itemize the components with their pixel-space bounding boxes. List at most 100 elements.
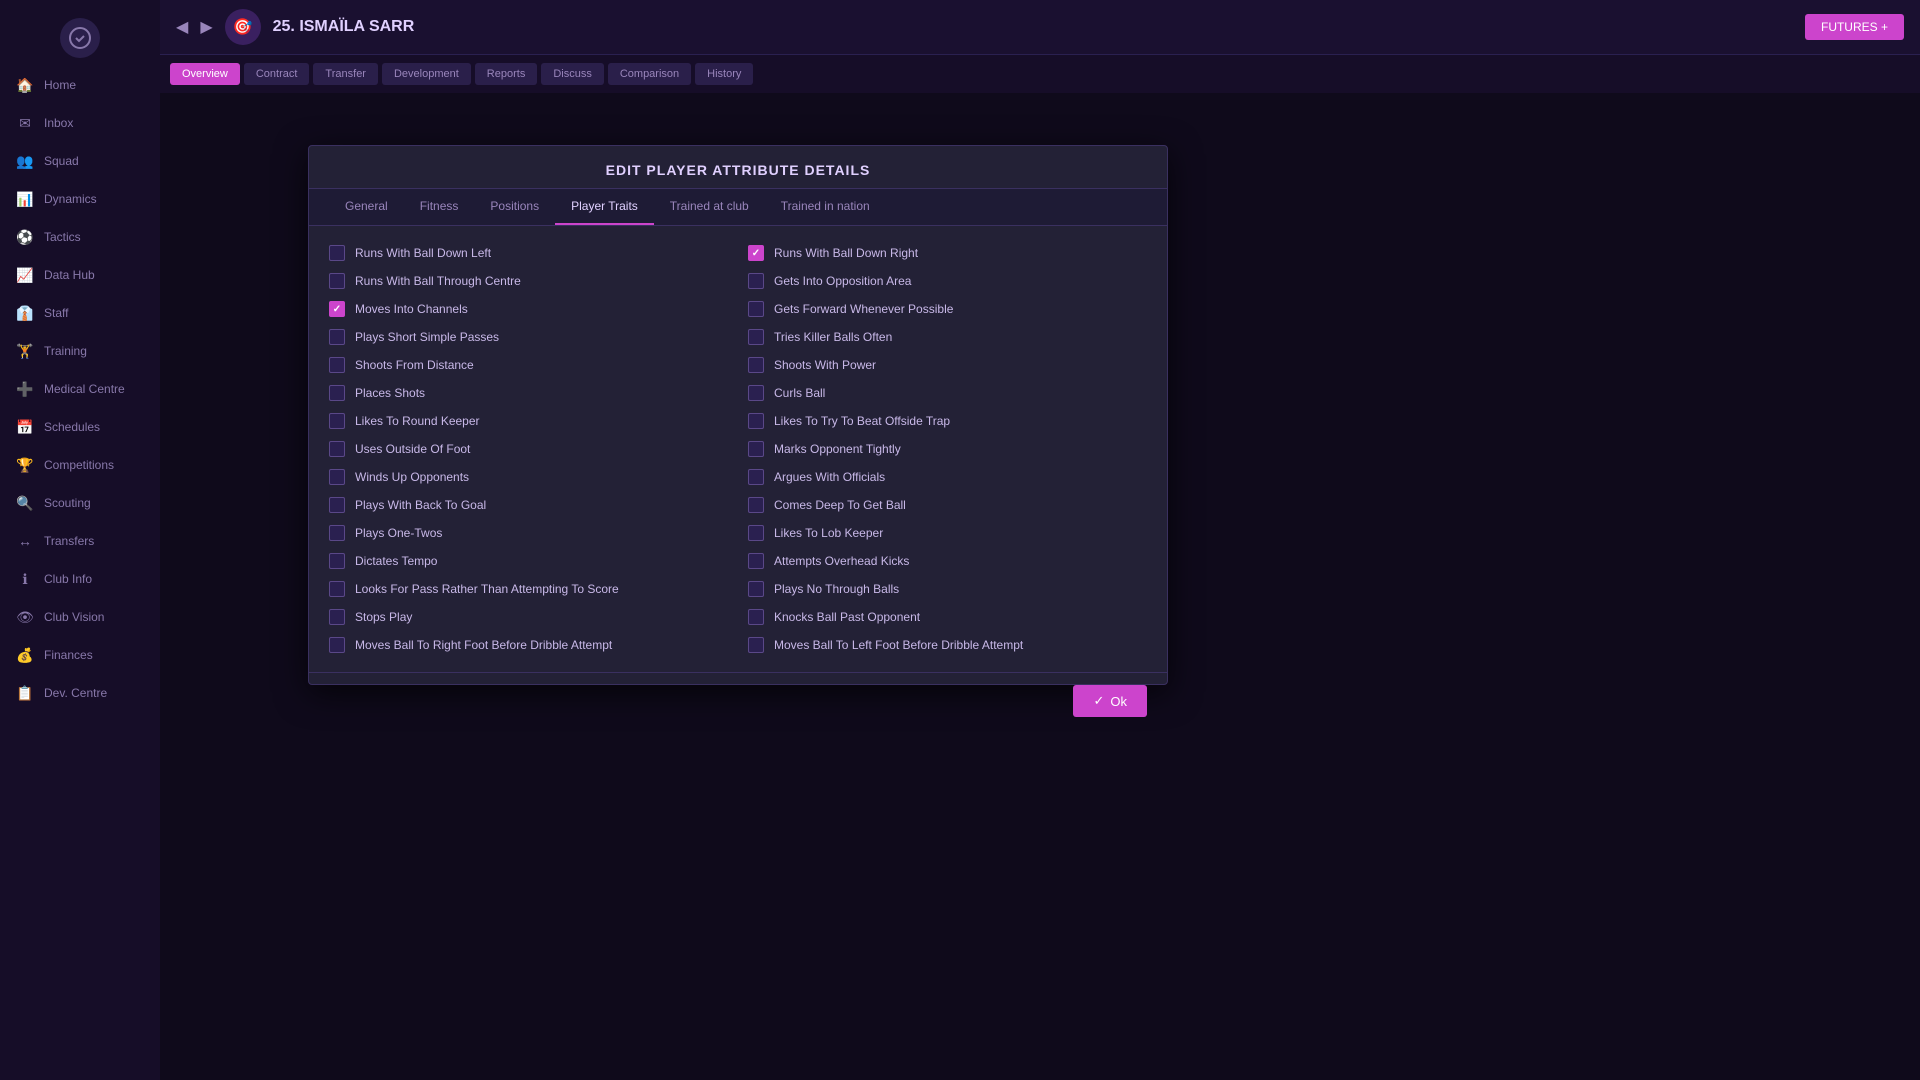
trait-label-right-12: Plays No Through Balls [774, 582, 899, 596]
sidebar-item-club-vision[interactable]: 👁 Club Vision [0, 598, 160, 636]
tab-fitness[interactable]: Fitness [404, 189, 475, 225]
sidebar-item-dev.-centre[interactable]: 📋 Dev. Centre [0, 674, 160, 712]
trait-checkbox-right-3[interactable] [748, 329, 764, 345]
trait-checkbox-left-7[interactable] [329, 441, 345, 457]
edit-attributes-modal: EDIT PLAYER ATTRIBUTE DETAILS General Fi… [308, 145, 1168, 685]
trait-checkbox-left-11[interactable] [329, 553, 345, 569]
nav-btn-comparison[interactable]: Comparison [608, 63, 691, 85]
ok-label: Ok [1110, 694, 1127, 709]
sidebar-item-training[interactable]: 🏋 Training [0, 332, 160, 370]
trait-item: Places Shots [329, 382, 728, 404]
trait-checkbox-right-11[interactable] [748, 553, 764, 569]
sidebar-item-finances[interactable]: 💰 Finances [0, 636, 160, 674]
trait-label-right-1: Gets Into Opposition Area [774, 274, 911, 288]
ok-button[interactable]: ✓ Ok [1073, 685, 1147, 717]
trait-item: Dictates Tempo [329, 550, 728, 572]
sidebar-item-squad[interactable]: 👥 Squad [0, 142, 160, 180]
modal-tabs: General Fitness Positions Player Traits … [309, 189, 1167, 226]
trait-checkbox-left-13[interactable] [329, 609, 345, 625]
sidebar-label-6: Staff [44, 306, 68, 320]
tab-general[interactable]: General [329, 189, 404, 225]
nav-btn-contract[interactable]: Contract [244, 63, 310, 85]
trait-checkbox-right-9[interactable] [748, 497, 764, 513]
trait-checkbox-right-13[interactable] [748, 609, 764, 625]
tab-trained-in-nation[interactable]: Trained in nation [765, 189, 886, 225]
back-icon[interactable]: ◀ [176, 17, 188, 37]
tab-positions[interactable]: Positions [474, 189, 555, 225]
tab-player-traits[interactable]: Player Traits [555, 189, 654, 225]
nav-btn-reports[interactable]: Reports [475, 63, 538, 85]
modal-footer: ✓ Ok [309, 672, 1167, 729]
trait-item: Looks For Pass Rather Than Attempting To… [329, 578, 728, 600]
trait-item: Shoots From Distance [329, 354, 728, 376]
trait-item: Uses Outside Of Foot [329, 438, 728, 460]
trait-checkbox-left-12[interactable] [329, 581, 345, 597]
trait-checkbox-left-8[interactable] [329, 469, 345, 485]
sidebar-item-data-hub[interactable]: 📈 Data Hub [0, 256, 160, 294]
trait-checkbox-left-0[interactable] [329, 245, 345, 261]
nav-btn-development[interactable]: Development [382, 63, 471, 85]
sidebar-icon-2: 👥 [16, 152, 34, 170]
trait-checkbox-left-10[interactable] [329, 525, 345, 541]
trait-checkbox-left-5[interactable] [329, 385, 345, 401]
sidebar-item-club-info[interactable]: ℹ Club Info [0, 560, 160, 598]
trait-label-left-13: Stops Play [355, 610, 412, 624]
trait-checkbox-right-6[interactable] [748, 413, 764, 429]
sidebar-item-home[interactable]: 🏠 Home [0, 66, 160, 104]
trait-checkbox-right-0[interactable] [748, 245, 764, 261]
left-traits-column: Runs With Ball Down Left Runs With Ball … [329, 242, 728, 656]
sidebar-item-schedules[interactable]: 📅 Schedules [0, 408, 160, 446]
trait-checkbox-right-2[interactable] [748, 301, 764, 317]
futures-button[interactable]: FUTURES + [1805, 14, 1904, 40]
trait-checkbox-left-14[interactable] [329, 637, 345, 653]
sidebar-icon-11: 🔍 [16, 494, 34, 512]
trait-checkbox-right-14[interactable] [748, 637, 764, 653]
trait-item: Plays Short Simple Passes [329, 326, 728, 348]
trait-checkbox-right-10[interactable] [748, 525, 764, 541]
sidebar-item-competitions[interactable]: 🏆 Competitions [0, 446, 160, 484]
sidebar-label-7: Training [44, 344, 87, 358]
trait-item: Likes To Round Keeper [329, 410, 728, 432]
sidebar-item-scouting[interactable]: 🔍 Scouting [0, 484, 160, 522]
nav-btn-transfer[interactable]: Transfer [313, 63, 378, 85]
trait-item: Knocks Ball Past Opponent [748, 606, 1147, 628]
check-icon: ✓ [1093, 693, 1104, 709]
sidebar-item-tactics[interactable]: ⚽ Tactics [0, 218, 160, 256]
trait-checkbox-left-6[interactable] [329, 413, 345, 429]
trait-checkbox-left-3[interactable] [329, 329, 345, 345]
nav-btn-discuss[interactable]: Discuss [541, 63, 604, 85]
sidebar-icon-7: 🏋 [16, 342, 34, 360]
trait-checkbox-left-4[interactable] [329, 357, 345, 373]
trait-item: Moves Ball To Right Foot Before Dribble … [329, 634, 728, 656]
sidebar-item-medical-centre[interactable]: ➕ Medical Centre [0, 370, 160, 408]
sidebar-item-dynamics[interactable]: 📊 Dynamics [0, 180, 160, 218]
sidebar-label-4: Tactics [44, 230, 81, 244]
trait-label-left-10: Plays One-Twos [355, 526, 442, 540]
trait-checkbox-right-4[interactable] [748, 357, 764, 373]
sidebar-label-0: Home [44, 78, 76, 92]
trait-checkbox-right-12[interactable] [748, 581, 764, 597]
trait-checkbox-right-8[interactable] [748, 469, 764, 485]
sidebar-icon-6: 👔 [16, 304, 34, 322]
trait-checkbox-left-2[interactable] [329, 301, 345, 317]
sidebar-item-transfers[interactable]: ↔ Transfers [0, 522, 160, 560]
trait-checkbox-left-9[interactable] [329, 497, 345, 513]
trait-checkbox-left-1[interactable] [329, 273, 345, 289]
nav-btn-history[interactable]: History [695, 63, 753, 85]
sidebar-logo [60, 18, 100, 58]
trait-label-left-12: Looks For Pass Rather Than Attempting To… [355, 582, 619, 596]
top-bar: ◀ ▶ 🎯 25. ISMAÏLA SARR ⚙ ℹ EN FUTURES + [160, 0, 1920, 55]
nav-btn-overview[interactable]: Overview [170, 63, 240, 85]
trait-checkbox-right-1[interactable] [748, 273, 764, 289]
tab-trained-at-club[interactable]: Trained at club [654, 189, 765, 225]
trait-checkbox-right-5[interactable] [748, 385, 764, 401]
trait-label-left-7: Uses Outside Of Foot [355, 442, 470, 456]
sidebar-item-staff[interactable]: 👔 Staff [0, 294, 160, 332]
trait-item: Plays One-Twos [329, 522, 728, 544]
trait-item: Runs With Ball Through Centre [329, 270, 728, 292]
trait-label-right-10: Likes To Lob Keeper [774, 526, 883, 540]
sidebar-icon-4: ⚽ [16, 228, 34, 246]
trait-checkbox-right-7[interactable] [748, 441, 764, 457]
forward-icon[interactable]: ▶ [200, 17, 212, 37]
sidebar-item-inbox[interactable]: ✉ Inbox [0, 104, 160, 142]
